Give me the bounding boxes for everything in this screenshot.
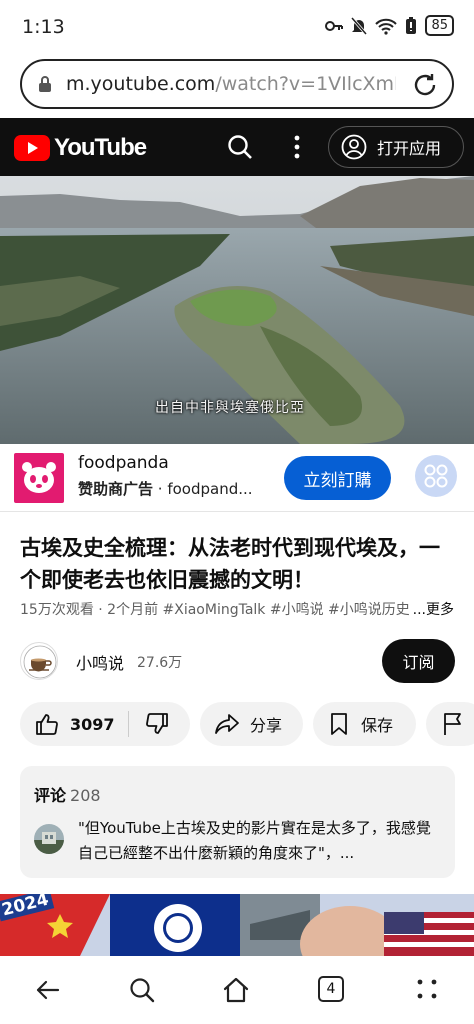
commenter-avatar-image (34, 824, 64, 854)
video-title[interactable]: 古埃及史全梳理：从法老时代到现代埃及，一个即使老去也依旧震撼的文明！ (20, 532, 460, 596)
subscribe-button[interactable]: 订阅 (382, 639, 455, 683)
bookmark-icon (331, 713, 347, 735)
comments-count: 208 (70, 786, 101, 805)
teacup-icon (23, 645, 57, 679)
share-icon (215, 714, 239, 734)
channel-name[interactable]: 小鸣说 (76, 650, 124, 674)
channel-avatar[interactable] (20, 642, 58, 680)
comments-section[interactable]: 评论 208 "但YouTube上古埃及史的影片實在是太多了，我感覺自己已經整不出… (20, 766, 455, 878)
url-text[interactable]: m.youtube.com/watch?v=1VIlcXmFPN (66, 73, 396, 95)
video-meta[interactable]: 15万次观看 · 2个月前 #XiaoMingTalk #小鸣说 #小鸣说历史 … (20, 599, 460, 619)
account-icon (341, 134, 367, 160)
url-host: m.youtube.com (66, 73, 216, 95)
channel-subscribers: 27.6万 (137, 655, 183, 671)
foodpanda-logo (14, 453, 64, 503)
like-count[interactable]: 3097 (70, 715, 115, 734)
share-label: 分享 (250, 716, 283, 735)
video-player[interactable]: 出自中非與埃塞俄比亞 (0, 176, 474, 444)
ad-domain: foodpand... (167, 480, 253, 498)
mute-icon (351, 16, 368, 35)
open-app-label: 打开应用 (377, 139, 442, 158)
video-caption: 出自中非與埃塞俄比亞 (155, 400, 305, 416)
more-link[interactable]: ...更多 (408, 599, 454, 619)
youtube-header: YouTube 打开应用 (0, 118, 474, 176)
thumbs-up-icon[interactable] (34, 711, 60, 737)
open-app-button[interactable]: 打开应用 (328, 126, 464, 168)
back-arrow-icon[interactable] (34, 976, 62, 1004)
comments-header: 评论 208 (34, 782, 101, 806)
video-meta-text: 15万次观看 · 2个月前 #XiaoMingTalk #小鸣说 #小鸣说历史 (20, 602, 410, 618)
address-bar[interactable]: m.youtube.com/watch?v=1VIlcXmFPN (20, 59, 454, 109)
comments-label: 评论 (34, 786, 67, 805)
youtube-play-icon (14, 135, 50, 161)
action-bar: 3097 分享 保存 (0, 702, 474, 748)
search-icon[interactable] (226, 133, 254, 161)
more-vert-icon[interactable] (292, 134, 302, 160)
next-video-image (0, 894, 474, 956)
commenter-avatar (34, 824, 64, 854)
next-video-thumbnail[interactable]: 2024 (0, 894, 474, 956)
battery-icon: 85 (425, 15, 454, 36)
sponsored-label: 赞助商广告 (78, 480, 154, 498)
grid-menu-icon[interactable] (414, 976, 440, 1002)
home-icon[interactable] (222, 976, 250, 1004)
status-icons: 85 (325, 15, 454, 36)
share-button[interactable]: 分享 (200, 702, 303, 746)
key-icon (325, 20, 344, 31)
youtube-logo-text: YouTube (54, 134, 147, 161)
search-icon[interactable] (128, 976, 156, 1004)
sponsored-ad[interactable]: foodpanda 赞助商广告 · foodpand... 立刻訂購 (0, 444, 474, 512)
like-dislike-pill: 3097 (20, 702, 190, 746)
url-path: /watch?v=1VIlcXmFPN (215, 73, 396, 95)
ad-order-button[interactable]: 立刻訂購 (284, 456, 391, 500)
tabs-button[interactable]: 4 (318, 976, 344, 1002)
browser-nav-bar: 4 (0, 956, 474, 1024)
status-time: 1:13 (22, 16, 65, 38)
floating-menu-icon[interactable] (414, 454, 458, 498)
ad-brand-name: foodpanda (78, 453, 169, 473)
reload-icon[interactable] (412, 72, 438, 98)
panda-icon (22, 462, 56, 493)
status-bar: 1:13 85 (0, 0, 474, 52)
ad-subline: 赞助商广告 · foodpand... (78, 478, 253, 499)
like-divider (128, 711, 129, 737)
youtube-logo[interactable]: YouTube (14, 134, 147, 162)
save-button[interactable]: 保存 (313, 702, 416, 746)
report-button[interactable] (426, 702, 474, 746)
flag-icon (444, 713, 461, 735)
wifi-6-icon (375, 18, 398, 35)
save-label: 保存 (361, 716, 394, 735)
thumbs-down-icon[interactable] (144, 711, 170, 737)
battery-saver-icon (406, 16, 417, 34)
lock-icon (39, 76, 51, 92)
top-comment-text: "但YouTube上古埃及史的影片實在是太多了，我感覺自己已經整不出什麼新穎的角… (78, 819, 431, 862)
ad-separator: · (153, 480, 168, 498)
